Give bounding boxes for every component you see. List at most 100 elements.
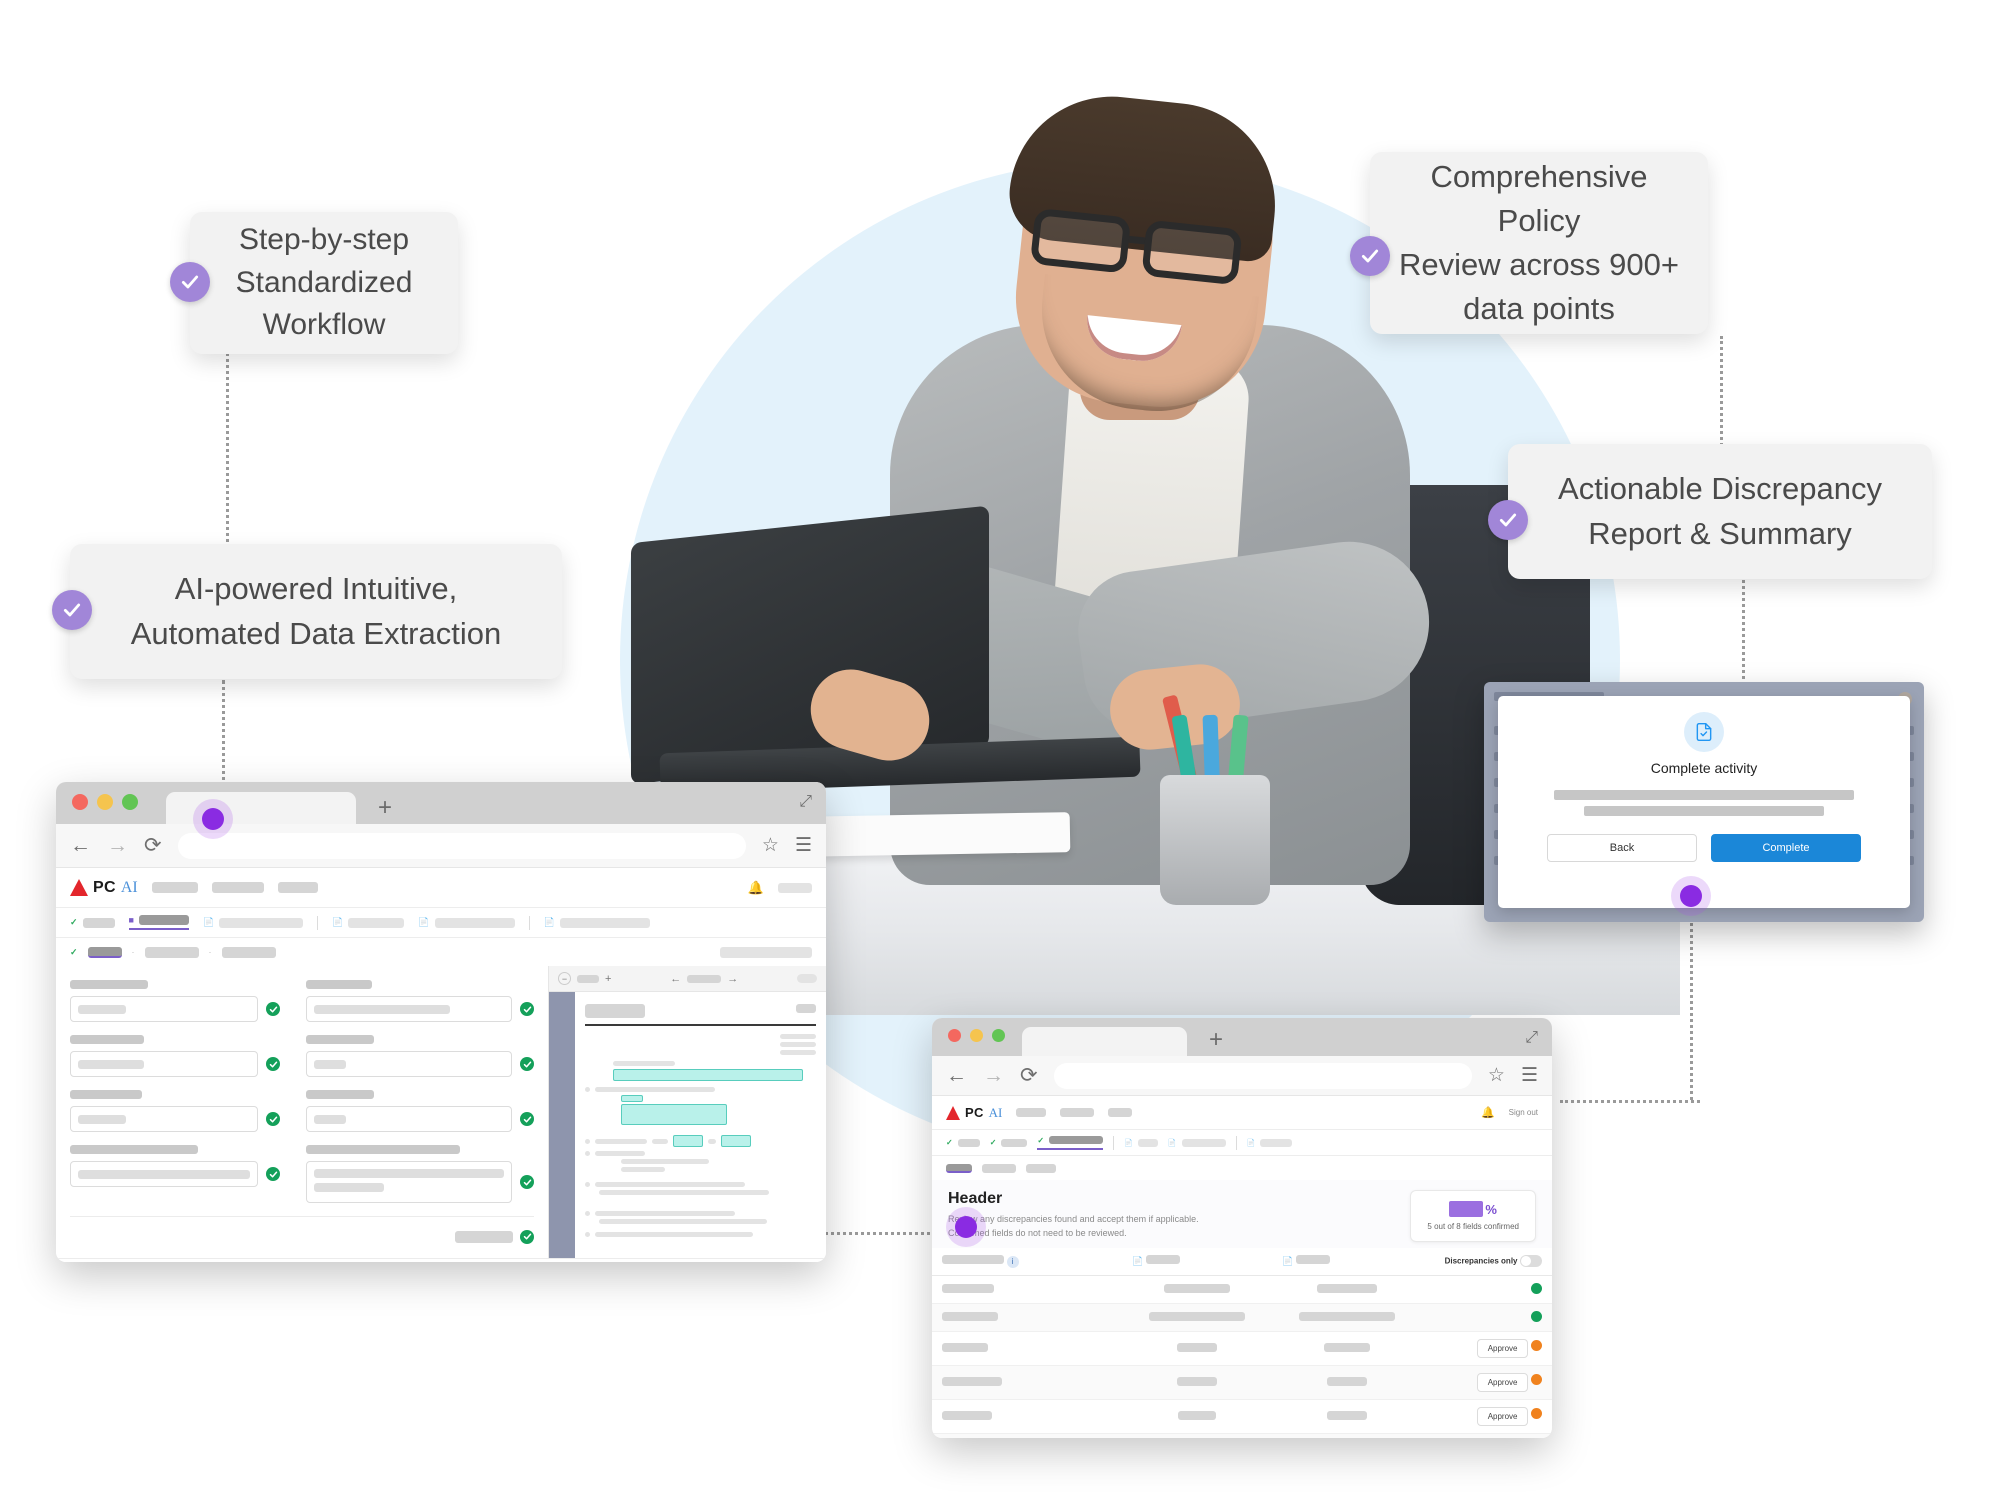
address-bar[interactable] <box>1053 1062 1472 1089</box>
table-row[interactable] <box>932 1303 1552 1332</box>
confirmed-icon <box>520 1057 534 1071</box>
page-next-icon[interactable]: → <box>727 973 738 985</box>
document-scrollbar[interactable] <box>549 992 575 1258</box>
notification-bell-icon[interactable]: 🔔 <box>1481 1106 1495 1119</box>
new-tab-icon[interactable]: + <box>378 796 392 820</box>
new-tab-icon[interactable]: + <box>1209 1028 1223 1052</box>
approve-button[interactable]: Approve <box>1476 1406 1529 1426</box>
page-prev-icon[interactable]: ← <box>670 973 681 985</box>
text-input[interactable] <box>306 996 512 1022</box>
discrepancy-table: i 📄 📄 Discrepancies only Approve Approve… <box>932 1248 1552 1438</box>
step-complete[interactable]: ✓ <box>990 1138 1028 1147</box>
browser-menu-icon[interactable]: ☰ <box>1521 1064 1538 1087</box>
table-row[interactable] <box>932 1433 1552 1438</box>
nav-item[interactable] <box>151 882 198 893</box>
step-active[interactable]: ■ <box>128 915 189 930</box>
back-icon[interactable]: ← <box>946 1065 967 1086</box>
browser-window-discrepancy[interactable]: + ⤢ ← → ⟳ ☆ ☰ PC AI 🔔 Sign out ✓ ✓ ✓ 📄 📄… <box>932 1018 1552 1438</box>
callout-text-policy: Comprehensive Policy Review across 900+ … <box>1399 158 1679 327</box>
window-controls[interactable] <box>948 1029 1005 1042</box>
browser-window-extraction[interactable]: + ⤢ ← → ⟳ ☆ ☰ PC AI 🔔 ✓ ■ 📄 📄 📄 📄 ✓ · · … <box>56 782 826 1262</box>
bookmark-star-icon[interactable]: ☆ <box>762 834 779 857</box>
address-bar[interactable] <box>177 832 746 859</box>
step-pending[interactable]: 📄 <box>1247 1138 1293 1147</box>
minimize-window-dot[interactable] <box>970 1029 983 1042</box>
approve-button[interactable]: Approve <box>1476 1338 1529 1358</box>
status-ok-icon <box>1531 1310 1542 1322</box>
expand-icon[interactable]: ⤢ <box>799 793 812 811</box>
maximize-window-dot[interactable] <box>992 1029 1005 1042</box>
zoom-in-icon[interactable]: + <box>605 973 611 985</box>
sign-out-link[interactable]: Sign out <box>1509 1108 1538 1117</box>
browser-toolbar: ← → ⟳ ☆ ☰ <box>932 1056 1552 1096</box>
table-row[interactable] <box>932 1275 1552 1304</box>
textarea-input[interactable] <box>306 1161 512 1203</box>
modal-body-line <box>1554 790 1854 800</box>
nav-item[interactable] <box>1060 1108 1095 1117</box>
form-field <box>70 980 280 1023</box>
window-controls[interactable] <box>72 794 138 810</box>
forward-icon[interactable]: → <box>983 1065 1004 1086</box>
forward-icon[interactable]: → <box>107 835 128 856</box>
breadcrumb-item[interactable] <box>144 946 199 958</box>
modal-complete-button[interactable]: Complete <box>1711 834 1861 862</box>
reload-icon[interactable]: ⟳ <box>1020 1065 1038 1086</box>
step-complete[interactable]: ✓ <box>946 1138 980 1147</box>
summary-placeholder <box>455 1230 513 1243</box>
subtab-item[interactable] <box>1026 1163 1056 1173</box>
table-row[interactable]: Approve <box>932 1331 1552 1366</box>
doc-toggle[interactable] <box>797 974 817 983</box>
bookmark-star-icon[interactable]: ☆ <box>1488 1064 1505 1087</box>
maximize-window-dot[interactable] <box>122 794 138 810</box>
breadcrumb-item[interactable] <box>221 946 276 958</box>
complete-activity-window[interactable]: × Complete activity Back Complete <box>1484 682 1924 922</box>
breadcrumb-meta <box>720 946 812 958</box>
table-row[interactable]: Approve <box>932 1365 1552 1400</box>
textarea-input[interactable] <box>70 1161 258 1187</box>
step-active[interactable]: ✓ <box>1037 1136 1104 1150</box>
minimize-window-dot[interactable] <box>97 794 113 810</box>
nav-item[interactable] <box>1108 1108 1133 1117</box>
nav-item[interactable] <box>1016 1108 1047 1117</box>
reload-icon[interactable]: ⟳ <box>144 835 162 856</box>
close-window-dot[interactable] <box>72 794 88 810</box>
browser-tab[interactable] <box>166 792 356 824</box>
browser-tab[interactable] <box>1022 1027 1187 1056</box>
document-viewer[interactable]: − + ← → <box>548 966 826 1258</box>
browser-menu-icon[interactable]: ☰ <box>795 834 812 857</box>
text-input[interactable] <box>306 1051 512 1077</box>
step-pending[interactable]: 📄 <box>203 917 304 928</box>
info-icon[interactable]: i <box>1006 1255 1019 1268</box>
close-window-dot[interactable] <box>948 1029 961 1042</box>
confidence-card: % 5 out of 8 fields confirmed <box>1410 1190 1536 1242</box>
text-input[interactable] <box>306 1106 512 1132</box>
modal-back-button[interactable]: Back <box>1547 834 1697 862</box>
sign-out-placeholder[interactable] <box>778 882 812 893</box>
discrepancies-only-toggle[interactable] <box>1520 1255 1542 1268</box>
step-pending[interactable]: 📄 <box>332 917 405 928</box>
subtab-item[interactable] <box>946 1163 972 1173</box>
text-input[interactable] <box>70 996 258 1022</box>
nav-item[interactable] <box>211 882 264 893</box>
step-pending[interactable]: 📄 <box>544 917 650 928</box>
notification-bell-icon[interactable]: 🔔 <box>748 880 764 896</box>
step-pending[interactable]: 📄 <box>418 917 515 928</box>
text-input[interactable] <box>70 1051 258 1077</box>
step-pending[interactable]: 📄 <box>1168 1138 1226 1147</box>
back-icon[interactable]: ← <box>70 835 91 856</box>
step-pending[interactable]: 📄 <box>1124 1138 1158 1147</box>
step-complete[interactable]: ✓ <box>70 917 115 928</box>
subtab-item[interactable] <box>982 1163 1016 1173</box>
approve-button[interactable]: Approve <box>1476 1372 1529 1392</box>
expand-icon[interactable]: ⤢ <box>1525 1029 1538 1047</box>
pc-ai-logo[interactable]: PC AI <box>946 1105 1002 1121</box>
pc-ai-logo[interactable]: PC AI <box>70 879 138 897</box>
nav-item[interactable] <box>277 882 318 893</box>
breadcrumb-item[interactable] <box>87 946 122 958</box>
logo-ai-text: AI <box>988 1104 1003 1120</box>
annotation-dot-discrepancy <box>955 1216 977 1238</box>
laptop-lid <box>630 505 990 785</box>
text-input[interactable] <box>70 1106 258 1132</box>
zoom-out-icon[interactable]: − <box>558 972 571 985</box>
table-row[interactable]: Approve <box>932 1399 1552 1434</box>
